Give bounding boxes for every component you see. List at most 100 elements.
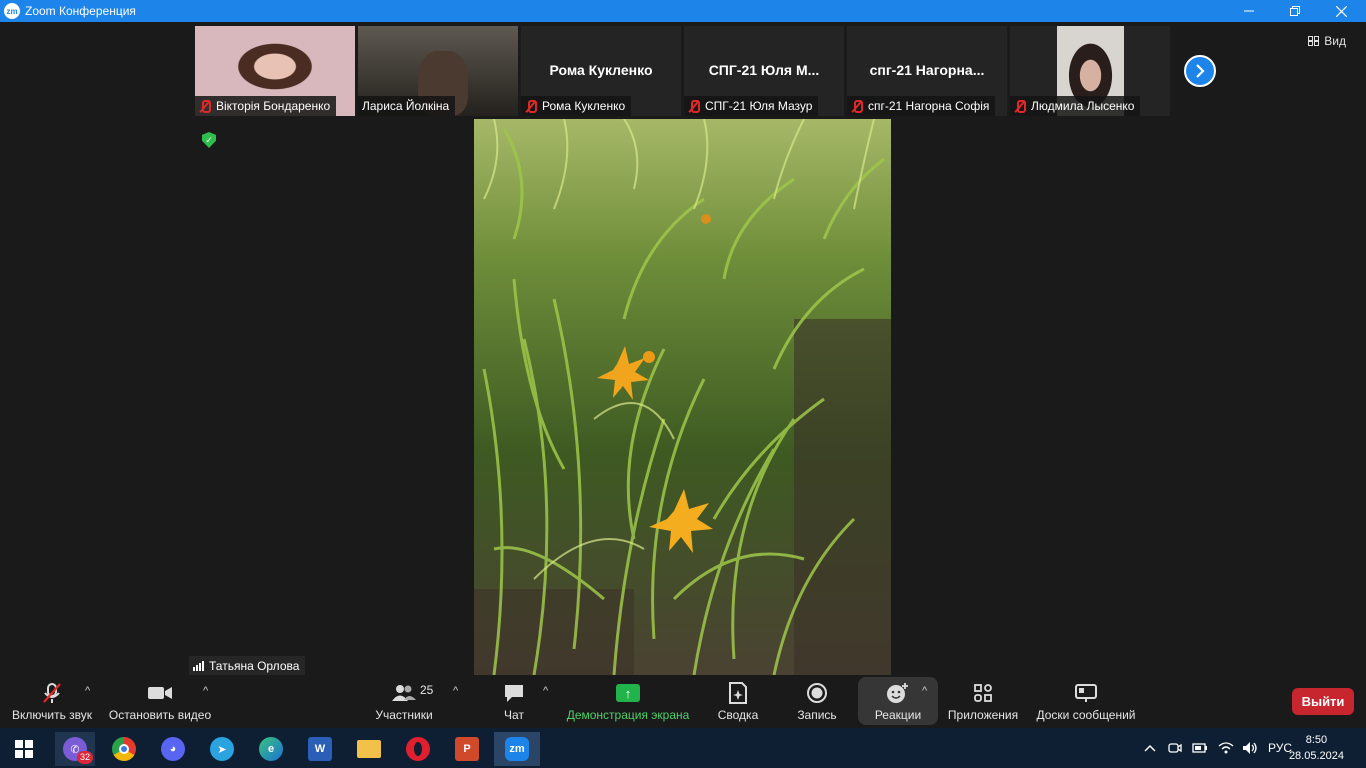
emoji-add-icon: [886, 682, 910, 704]
battery-icon[interactable]: [1192, 742, 1208, 754]
record-button[interactable]: Запись: [794, 677, 840, 728]
wifi-icon[interactable]: [1218, 741, 1234, 755]
leave-meeting-button[interactable]: Выйти: [1292, 688, 1354, 715]
participant-big-name: СПГ-21 Юля М...: [708, 62, 820, 78]
meeting-area: Вікторія Бондаренко Лариса Йолкіна Рома …: [0, 22, 1366, 677]
reactions-button[interactable]: Реакции: [868, 677, 928, 728]
clock-date: 28.05.2024: [1288, 750, 1344, 762]
participants-options-caret-icon[interactable]: ^: [453, 685, 458, 697]
audio-options-caret-icon[interactable]: ^: [85, 685, 90, 697]
participant-name-label: СПГ-21 Юля Мазур: [684, 96, 819, 116]
participants-button[interactable]: 25 Участники: [370, 677, 438, 728]
mic-muted-icon: [688, 99, 700, 113]
participant-name-label: Рома Кукленко: [521, 96, 632, 116]
taskbar-clock[interactable]: 8:50 28.05.2024: [1289, 732, 1344, 764]
signal-strength-icon: [193, 660, 204, 671]
zoom-logo-icon: zm: [4, 3, 20, 19]
whiteboard-icon: [1075, 682, 1097, 704]
participant-tile[interactable]: Лариса Йолкіна: [358, 26, 518, 116]
notification-badge: 32: [76, 751, 93, 764]
close-button[interactable]: [1318, 0, 1364, 22]
telegram-icon: ➤: [210, 737, 234, 761]
title-bar: zm Zoom Конференция: [0, 0, 1366, 22]
main-video-feed: [474, 119, 891, 675]
minimize-icon: [1244, 10, 1254, 12]
mic-muted-icon: [1014, 99, 1026, 113]
taskbar-chrome[interactable]: [104, 732, 144, 766]
participant-name-label: спг-21 Нагорна Софія: [847, 96, 996, 116]
summary-button[interactable]: Сводка: [714, 677, 762, 728]
restore-icon: [1290, 6, 1300, 16]
participant-big-name: Рома Кукленко: [549, 62, 653, 78]
video-camera-icon: [147, 682, 173, 704]
discord-icon: ◕: [161, 737, 185, 761]
taskbar-zoom[interactable]: zm: [494, 732, 540, 766]
mic-muted-icon: [199, 99, 211, 113]
taskbar-powerpoint[interactable]: P: [447, 732, 487, 766]
apps-icon: [973, 682, 993, 704]
participant-tile[interactable]: Вікторія Бондаренко: [195, 26, 355, 116]
clock-time: 8:50: [1305, 734, 1328, 746]
grid-view-icon: [1308, 36, 1320, 46]
ai-summary-icon: [728, 682, 748, 704]
video-options-caret-icon[interactable]: ^: [203, 685, 208, 697]
chrome-icon: [112, 737, 136, 761]
chevron-up-icon[interactable]: [1144, 743, 1156, 753]
meeting-toolbar: Включить звук ^ Остановить видео ^ 25 Уч…: [0, 677, 1366, 728]
chat-button[interactable]: Чат: [496, 677, 532, 728]
stop-video-button[interactable]: Остановить видео: [106, 677, 214, 728]
participant-tile[interactable]: Рома Кукленко Рома Кукленко: [521, 26, 681, 116]
participant-name-label: Лариса Йолкіна: [358, 96, 456, 116]
reactions-options-caret-icon[interactable]: ^: [922, 685, 927, 697]
taskbar-discord[interactable]: ◕: [153, 732, 193, 766]
chat-bubble-icon: [503, 682, 525, 704]
folder-icon: [357, 740, 381, 758]
taskbar-telegram[interactable]: ➤: [202, 732, 242, 766]
meet-now-icon[interactable]: [1168, 741, 1182, 755]
minimize-button[interactable]: [1226, 0, 1272, 22]
restore-button[interactable]: [1272, 0, 1318, 22]
taskbar-word[interactable]: W: [300, 732, 340, 766]
participant-tile[interactable]: спг-21 Нагорна... спг-21 Нагорна Софія: [847, 26, 1007, 116]
participants-icon: [392, 682, 416, 704]
edge-icon: e: [259, 737, 283, 761]
participant-big-name: спг-21 Нагорна...: [869, 62, 985, 78]
taskbar-edge[interactable]: e: [251, 732, 291, 766]
record-icon: [806, 682, 828, 704]
taskbar-file-explorer[interactable]: [349, 732, 389, 766]
participant-strip: Вікторія Бондаренко Лариса Йолкіна Рома …: [195, 26, 1170, 116]
mic-muted-icon: [851, 99, 863, 113]
taskbar-viber[interactable]: ✆ 32: [55, 732, 95, 766]
mic-muted-icon: [41, 682, 63, 704]
chat-options-caret-icon[interactable]: ^: [543, 685, 548, 697]
unmute-button[interactable]: Включить звук: [8, 677, 96, 728]
zoom-app-icon: zm: [505, 737, 529, 761]
participant-tile[interactable]: Людмила Лысенко: [1010, 26, 1170, 116]
opera-icon: [406, 737, 430, 761]
mic-muted-icon: [525, 99, 537, 113]
window-title: Zoom Конференция: [25, 4, 136, 18]
word-icon: W: [308, 737, 332, 761]
close-icon: [1335, 5, 1347, 17]
windows-start-button[interactable]: [4, 732, 44, 766]
speaker-volume-icon[interactable]: [1242, 741, 1258, 755]
participant-name-label: Людмила Лысенко: [1010, 96, 1141, 116]
taskbar-opera[interactable]: [398, 732, 438, 766]
share-screen-button[interactable]: ↑ Демонстрация экрана: [564, 677, 692, 728]
windows-taskbar: ✆ 32 ◕ ➤ e W P zm РУС 8:50 28.05.2024: [0, 728, 1366, 768]
apps-button[interactable]: Приложения: [944, 677, 1022, 728]
garden-video-frame: [474, 119, 891, 675]
share-screen-icon: ↑: [616, 682, 640, 704]
chevron-right-icon: [1196, 64, 1205, 78]
windows-logo-icon: [15, 740, 33, 758]
next-page-button[interactable]: [1184, 55, 1216, 87]
view-button[interactable]: Вид: [1308, 34, 1346, 48]
participant-name-label: Вікторія Бондаренко: [195, 96, 337, 116]
powerpoint-icon: P: [455, 737, 479, 761]
encryption-shield-icon[interactable]: ✓: [202, 132, 216, 148]
participants-count: 25: [420, 683, 434, 697]
whiteboards-button[interactable]: Доски сообщений: [1032, 677, 1140, 728]
participant-tile[interactable]: СПГ-21 Юля М... СПГ-21 Юля Мазур: [684, 26, 844, 116]
active-speaker-label: Татьяна Орлова: [189, 656, 306, 675]
system-tray: РУС: [1144, 728, 1292, 768]
